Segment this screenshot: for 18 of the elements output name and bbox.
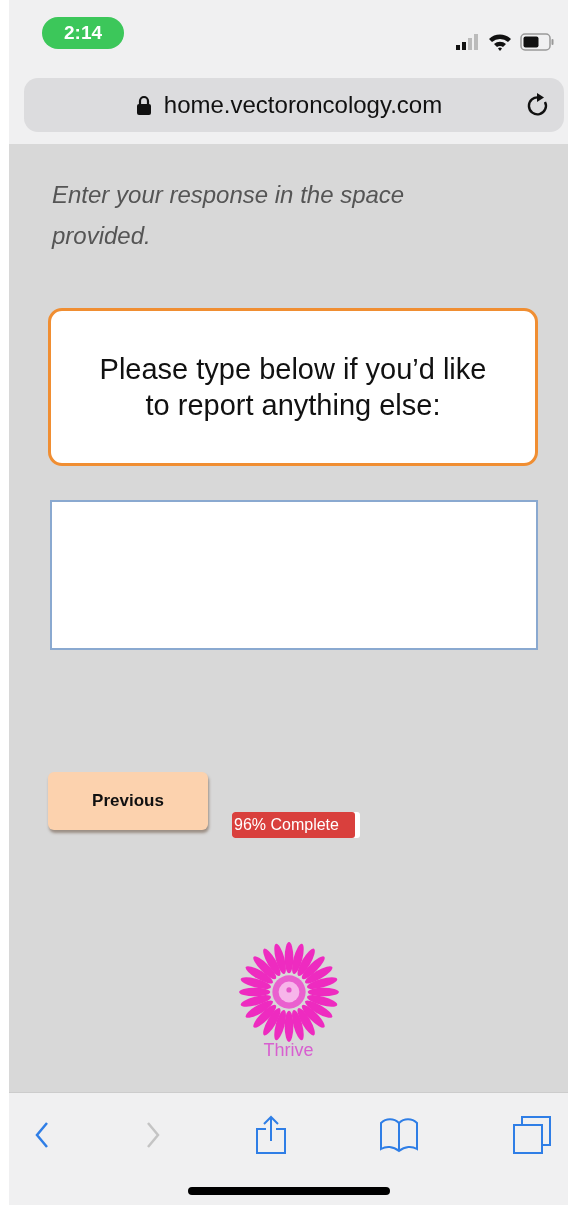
share-icon (254, 1115, 287, 1155)
tabs-icon (512, 1115, 552, 1155)
response-field[interactable] (50, 500, 538, 650)
question-card: Please type below if you’d like to report anything else: (48, 308, 538, 466)
logo-text: Thrive (263, 1040, 314, 1061)
progress-label: 96% Complete (233, 816, 339, 833)
signal-icon (456, 34, 480, 50)
url-text: home.vectoroncology.com (163, 91, 443, 119)
status-time: 2:14 (42, 17, 124, 49)
back-icon (33, 1120, 51, 1150)
wifi-icon (488, 33, 512, 51)
book-icon (379, 1117, 420, 1153)
address-bar[interactable]: home.vectoroncology.com (24, 78, 564, 132)
battery-icon (520, 33, 554, 51)
reload-icon[interactable] (526, 92, 550, 118)
lock-icon (135, 95, 152, 115)
previous-button[interactable]: Previous (48, 772, 208, 830)
instruction-text: Enter your response in the space provided. (52, 180, 406, 251)
